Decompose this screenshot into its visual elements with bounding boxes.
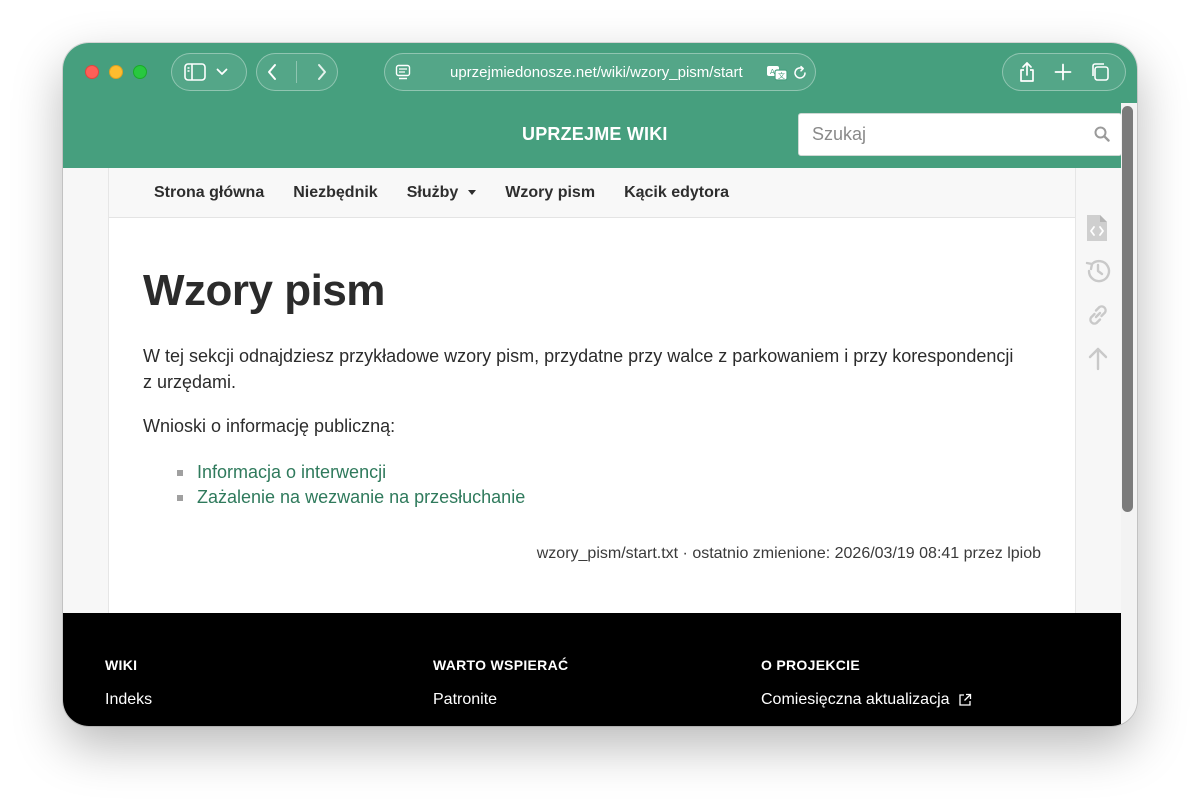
site-header: UPRZEJME WIKI xyxy=(63,103,1122,168)
site-title[interactable]: UPRZEJME WIKI xyxy=(522,124,668,145)
forward-icon[interactable] xyxy=(316,63,328,81)
list-item: Informacja o interwencji xyxy=(177,460,525,485)
history-icon[interactable] xyxy=(1084,257,1112,285)
plus-icon[interactable] xyxy=(1054,63,1072,81)
browser-toolbar: uprzejmiedonosze.net/wiki/wzory_pism/sta… xyxy=(63,43,1137,103)
bullet-icon xyxy=(177,469,183,476)
footer-link-monthly-update[interactable]: Comiesięczna aktualizacja xyxy=(761,691,972,709)
nav-item-services-label: Służby xyxy=(406,183,459,201)
link-intervention-info[interactable]: Informacja o interwencji xyxy=(197,460,386,485)
footer-heading: WIKI xyxy=(105,657,138,673)
scrollbar-thumb[interactable] xyxy=(1122,106,1133,512)
minimize-window-button[interactable] xyxy=(109,65,123,79)
tabs-icon[interactable] xyxy=(1090,62,1110,82)
footer-link-patronite[interactable]: Patronite xyxy=(433,691,568,709)
address-bar[interactable]: uprzejmiedonosze.net/wiki/wzory_pism/sta… xyxy=(384,53,816,91)
arrow-up-icon[interactable] xyxy=(1084,345,1112,373)
history-nav-group xyxy=(256,53,338,91)
bullet-icon xyxy=(177,494,183,501)
toolbar-actions xyxy=(1002,53,1126,91)
link-summons-complaint[interactable]: Zażalenie na wezwanie na przesłuchanie xyxy=(197,485,525,510)
footer-heading: WARTO WSPIERAĆ xyxy=(433,657,569,673)
search-input[interactable] xyxy=(798,113,1122,156)
reload-icon[interactable] xyxy=(792,65,808,81)
intro-paragraph: W tej sekcji odnajdziesz przykładowe wzo… xyxy=(143,346,1014,392)
source-icon[interactable] xyxy=(1084,213,1110,243)
link-icon[interactable] xyxy=(1084,301,1112,329)
footer-link-label: Patronite xyxy=(433,691,498,708)
svg-text:文: 文 xyxy=(778,71,785,80)
main-content: Strona główna Niezbędnik Służby Wzory pi… xyxy=(108,168,1076,613)
page-title: Wzory pism xyxy=(143,266,385,315)
footer-link-index[interactable]: Indeks xyxy=(105,691,152,709)
sidebar-toggle-button[interactable] xyxy=(171,53,247,91)
nav-item-editor-corner[interactable]: Kącik edytora xyxy=(624,184,729,202)
footer-link-label: Indeks xyxy=(105,691,153,708)
nav-item-essentials[interactable]: Niezbędnik xyxy=(293,184,377,202)
nav-item-services[interactable]: Służby xyxy=(407,184,477,202)
main-nav: Strona główna Niezbędnik Służby Wzory pi… xyxy=(109,168,1075,218)
template-link-list: Informacja o interwencji Zażalenie na we… xyxy=(177,460,525,510)
share-icon[interactable] xyxy=(1018,61,1036,83)
chevron-down-icon[interactable] xyxy=(216,68,228,76)
site-footer: WIKI Indeks WARTO WSPIERAĆ Patronite O P… xyxy=(63,613,1121,726)
url-text: uprzejmiedonosze.net/wiki/wzory_pism/sta… xyxy=(450,64,743,81)
nav-item-home[interactable]: Strona główna xyxy=(154,184,264,202)
browser-window: uprzejmiedonosze.net/wiki/wzory_pism/sta… xyxy=(63,43,1137,726)
nav-separator xyxy=(296,61,298,83)
external-link-icon xyxy=(958,693,972,707)
caret-down-icon xyxy=(468,190,477,195)
list-item: Zażalenie na wezwanie na przesłuchanie xyxy=(177,485,525,510)
translate-icon[interactable]: A文 xyxy=(766,65,788,81)
footer-column-support: WARTO WSPIERAĆ Patronite xyxy=(433,657,568,709)
footer-column-about: O PROJEKCIE Comiesięczna aktualizacja xyxy=(761,657,972,709)
page-icon[interactable] xyxy=(395,64,411,80)
footer-link-label: Comiesięczna aktualizacja xyxy=(761,691,950,708)
sidebar-icon xyxy=(184,63,206,81)
svg-text:A: A xyxy=(770,68,775,76)
nav-item-templates[interactable]: Wzory pism xyxy=(505,184,595,202)
back-icon[interactable] xyxy=(266,63,278,81)
zoom-window-button[interactable] xyxy=(133,65,147,79)
page-meta-info: wzory_pism/start.txt · ostatnio zmienion… xyxy=(536,545,1041,562)
footer-column-wiki: WIKI Indeks xyxy=(105,657,152,709)
footer-heading: O PROJEKCIE xyxy=(761,657,860,673)
close-window-button[interactable] xyxy=(85,65,99,79)
section-label: Wnioski o informację publiczną: xyxy=(143,416,396,436)
search-icon[interactable] xyxy=(1094,126,1110,142)
